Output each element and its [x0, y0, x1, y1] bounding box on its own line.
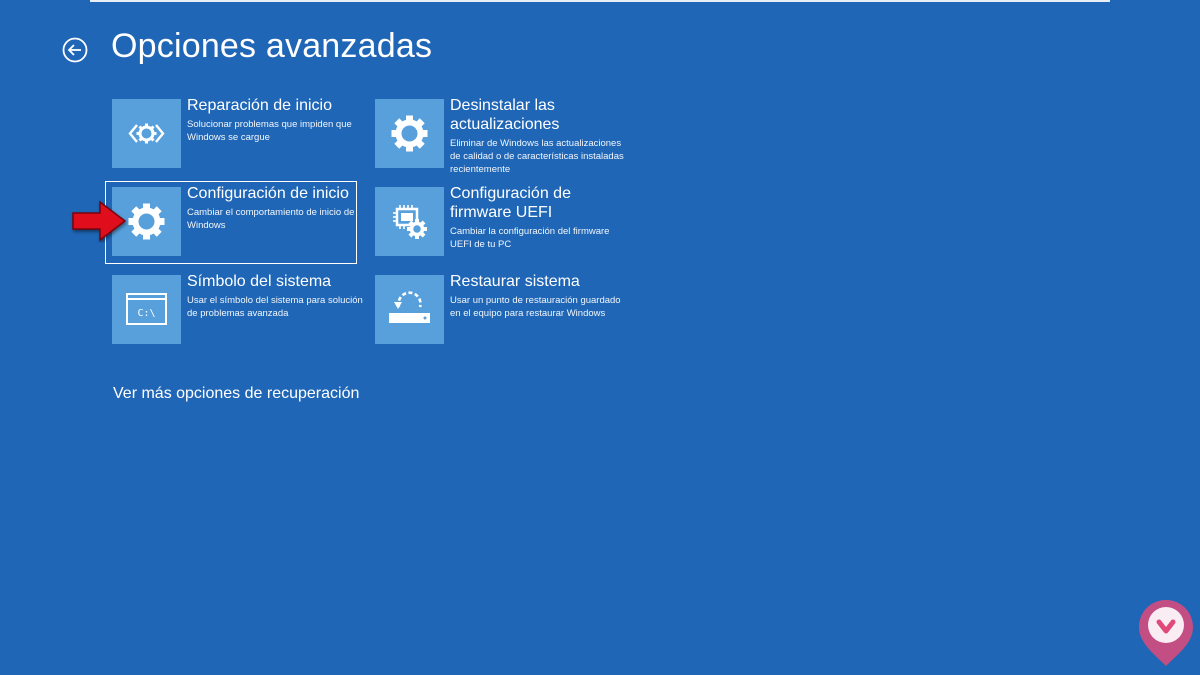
option-tile — [112, 99, 181, 168]
option-description: Usar el símbolo del sistema para solució… — [187, 295, 363, 319]
option-tile — [375, 99, 444, 168]
logo-watermark-icon — [1139, 600, 1193, 666]
red-pointer-arrow-icon — [72, 200, 127, 242]
option-title: Reparación de inicio — [187, 97, 332, 114]
option-tile — [375, 275, 444, 344]
option-uninstall-updates[interactable]: Desinstalar las actualizaciones Eliminar… — [375, 97, 625, 177]
option-tile — [375, 187, 444, 256]
prompt-text: C:\ — [137, 308, 155, 319]
top-divider — [90, 0, 1110, 2]
option-title: Desinstalar las actualizaciones — [450, 97, 560, 133]
option-title: Símbolo del sistema — [187, 273, 332, 290]
option-startup-settings[interactable]: Configuración de inicio Cambiar el compo… — [112, 185, 362, 265]
option-uefi-firmware[interactable]: Configuración de firmware UEFI Cambiar l… — [375, 185, 625, 265]
option-description: Cambiar la configuración del firmware UE… — [450, 226, 610, 250]
option-command-prompt[interactable]: C:\ Símbolo del sistema Usar el símbolo … — [112, 273, 363, 353]
command-prompt-icon: C:\ — [126, 293, 167, 325]
page-title: Opciones avanzadas — [111, 27, 433, 65]
option-description: Usar un punto de restauración guardado e… — [450, 295, 621, 319]
option-description: Cambiar el comportamiento de inicio de W… — [187, 207, 355, 231]
option-description: Solucionar problemas que impiden que Win… — [187, 119, 352, 143]
more-recovery-options-link[interactable]: Ver más opciones de recuperación — [113, 385, 359, 403]
option-title: Configuración de firmware UEFI — [450, 185, 571, 221]
option-description: Eliminar de Windows las actualizaciones … — [450, 138, 624, 175]
repair-code-icon — [128, 123, 165, 144]
option-tile: C:\ — [112, 275, 181, 344]
option-title: Restaurar sistema — [450, 273, 580, 290]
back-button[interactable] — [62, 37, 88, 63]
restore-icon — [389, 291, 430, 323]
option-title: Configuración de inicio — [187, 185, 349, 202]
option-startup-repair[interactable]: Reparación de inicio Solucionar problema… — [112, 97, 362, 177]
chip-gear-icon — [393, 205, 427, 239]
back-arrow-icon — [62, 37, 88, 63]
gear-icon — [391, 115, 428, 152]
option-system-restore[interactable]: Restaurar sistema Usar un punto de resta… — [375, 273, 625, 353]
